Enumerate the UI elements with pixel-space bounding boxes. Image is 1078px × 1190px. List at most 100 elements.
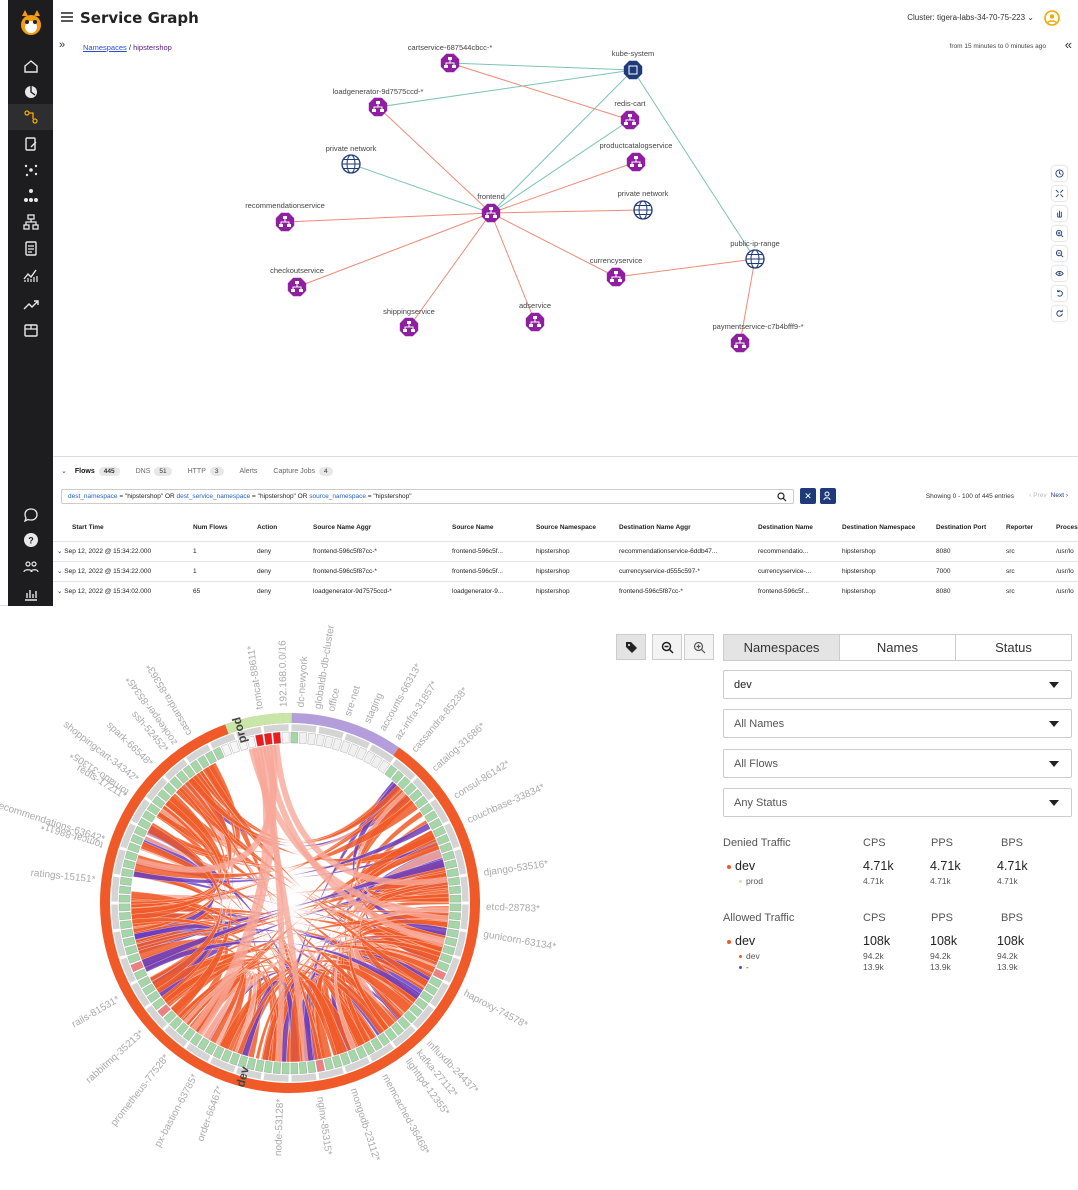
sidebar-item-reports[interactable] [8,581,53,607]
collapse-panel-icon[interactable]: ⌄ [61,467,67,475]
zoom-in-button[interactable] [684,634,714,660]
tab-capture-jobs[interactable]: Capture Jobs 4 [273,466,333,476]
tab-namespaces[interactable]: Namespaces [724,635,840,660]
status-arc[interactable] [127,953,141,964]
status-arc[interactable] [332,737,343,751]
graph-edge[interactable] [490,212,617,278]
namespace-select[interactable]: dev [723,670,1072,699]
status-arc[interactable] [119,885,131,894]
label-toggle-button[interactable] [616,634,646,660]
status-arc[interactable] [447,876,461,886]
column-header[interactable]: Source Name [448,515,532,541]
status-arc[interactable] [122,859,136,870]
status-arc[interactable] [340,1052,351,1066]
filter-user-button[interactable] [820,488,836,504]
status-arc[interactable] [307,732,317,746]
graph-node-checkoutservice[interactable]: checkoutservice [270,266,324,297]
graph-node-paymentservice-c7b4bfff9-[interactable]: paymentservice-c7b4bfff9-* [712,322,804,353]
status-arc[interactable] [119,920,133,930]
refresh-icon[interactable] [1052,306,1067,321]
column-header[interactable]: Destination Port [932,515,1002,541]
graph-edge[interactable] [284,212,492,223]
name-arc[interactable] [459,903,470,931]
status-arc[interactable] [449,912,461,921]
status-arc[interactable] [332,1055,343,1069]
graph-node-recommendationservice[interactable]: recommendationservice [245,201,325,232]
status-arc[interactable] [119,876,133,886]
user-avatar-icon[interactable] [1044,10,1060,26]
status-select[interactable]: Any Status [723,788,1072,817]
column-header[interactable]: Reporter [1002,515,1052,541]
status-arc[interactable] [272,1062,281,1074]
zoom-out-icon[interactable] [1052,246,1067,261]
name-arc[interactable] [110,875,121,903]
status-arc[interactable] [124,945,138,956]
menu-icon[interactable] [61,11,73,23]
status-arc[interactable] [444,859,458,870]
graph-node-productcatalogservice[interactable]: productcatalogservice [600,141,673,172]
graph-edge[interactable] [296,212,492,288]
name-arc[interactable] [262,723,290,734]
status-arc[interactable] [299,1062,308,1074]
sidebar-item-dashboard[interactable] [8,79,53,105]
graph-edge[interactable] [632,69,756,260]
status-arc[interactable] [263,1060,273,1074]
tab-dns[interactable]: DNS 51 [136,466,172,476]
graph-node-kube-system[interactable]: kube-system [612,49,655,80]
status-arc[interactable] [119,912,131,921]
column-header[interactable]: Source Name Aggr [309,515,448,541]
graph-node-loadgenerator-9d7575ccd-[interactable]: loadgenerator-9d7575ccd-* [333,87,424,117]
cluster-selector[interactable]: Cluster: tigera-labs-34-70-75-223 ⌄ [907,13,1034,22]
sidebar-item-network[interactable] [8,209,53,235]
status-arc[interactable] [255,734,265,747]
column-header[interactable]: Num Flows [189,515,253,541]
column-header[interactable]: Destination Name [754,515,838,541]
column-header[interactable]: Process [1052,515,1078,541]
graph-node-private-network[interactable]: private network [618,189,669,220]
tab-alerts[interactable]: Alerts [240,468,258,475]
sidebar-item-trend[interactable] [8,291,53,317]
status-arc[interactable] [447,920,461,930]
graph-edge[interactable] [377,106,492,214]
status-arc[interactable] [442,850,456,861]
status-arc[interactable] [439,953,453,964]
graph-edge[interactable] [490,119,631,214]
status-arc[interactable] [255,1059,265,1072]
status-arc[interactable] [446,928,459,938]
status-arc[interactable] [290,1062,299,1075]
name-arc[interactable] [459,875,470,903]
status-arc[interactable] [118,894,131,903]
status-arc[interactable] [281,1062,290,1075]
zoom-in-icon[interactable] [1052,226,1067,241]
history-icon[interactable] [1052,166,1067,181]
tiger-logo-icon[interactable] [18,8,44,38]
status-arc[interactable] [307,1060,317,1074]
graph-edge[interactable] [350,163,492,214]
name-arc[interactable] [290,1072,318,1083]
status-arc[interactable] [449,885,461,894]
table-row[interactable]: ⌄ Sep 12, 2022 @ 15:34:22.000 1 deny fronte… [53,540,1078,561]
status-arc[interactable] [290,731,299,744]
graph-edge[interactable] [449,62,634,71]
column-header[interactable]: Destination Name Aggr [615,515,754,541]
status-arc[interactable] [449,903,462,912]
status-arc[interactable] [323,735,334,749]
next-page-link[interactable]: Next › [1051,492,1068,499]
pan-hand-icon[interactable] [1052,206,1067,221]
sidebar-item-chat[interactable] [8,502,53,528]
sidebar-item-policies[interactable] [8,131,53,157]
undo-icon[interactable] [1052,286,1067,301]
search-icon[interactable] [777,492,787,502]
fit-view-icon[interactable] [1052,186,1067,201]
status-arc[interactable] [118,903,131,912]
filter-query-input[interactable]: dest_namespace = "hipstershop" OR dest_s… [61,489,794,504]
graph-node-public-ip-range[interactable]: public-ip-range [730,239,780,269]
status-arc[interactable] [121,928,134,938]
status-arc[interactable] [315,734,325,747]
tab-flows[interactable]: Flows 445 [75,466,120,476]
graph-node-redis-cart[interactable]: redis-cart [614,99,647,130]
status-arc[interactable] [122,936,136,947]
chord-diagram[interactable]: tomcat-88611*tornado-31305*zookeeper-853… [0,606,600,1190]
eye-icon[interactable] [1052,266,1067,281]
status-arc[interactable] [444,936,458,947]
